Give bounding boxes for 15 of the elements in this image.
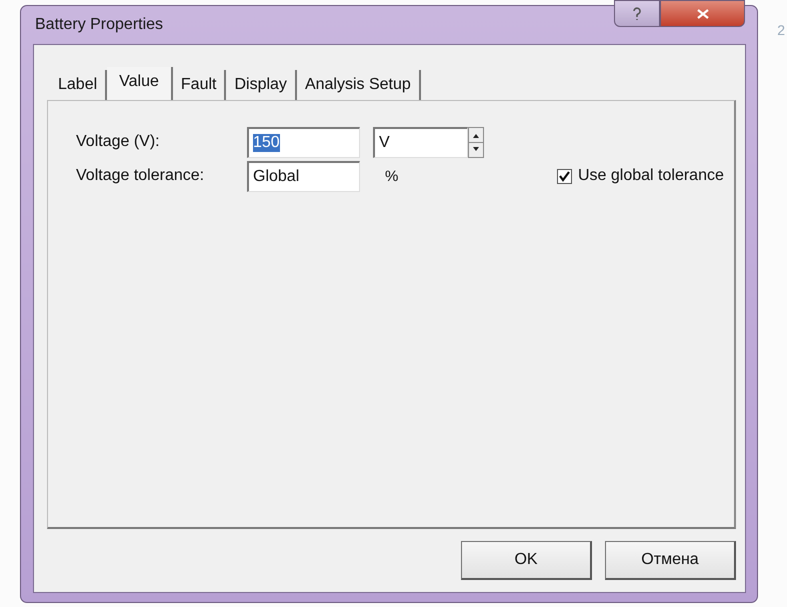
field-label: Voltage tolerance: xyxy=(76,167,206,185)
background-text: 2 xyxy=(777,22,785,38)
unit-field[interactable]: V xyxy=(373,126,468,158)
tab[interactable]: Analysis Setup xyxy=(296,70,421,100)
tolerance-field[interactable]: Global xyxy=(247,160,360,192)
tab[interactable]: Display xyxy=(226,70,297,100)
window-title: Battery Properties xyxy=(35,16,164,34)
voltage-field[interactable]: 150 xyxy=(247,126,360,158)
tab[interactable]: Value xyxy=(107,67,173,100)
checkbox-label: Use global tolerance xyxy=(578,167,724,185)
field-label: Voltage (V): xyxy=(76,133,161,151)
dialog-button[interactable]: Отмена xyxy=(605,541,736,580)
unit-label: % xyxy=(384,168,400,184)
dialog-button[interactable]: OK xyxy=(461,541,592,580)
tab[interactable]: Fault xyxy=(172,70,226,100)
